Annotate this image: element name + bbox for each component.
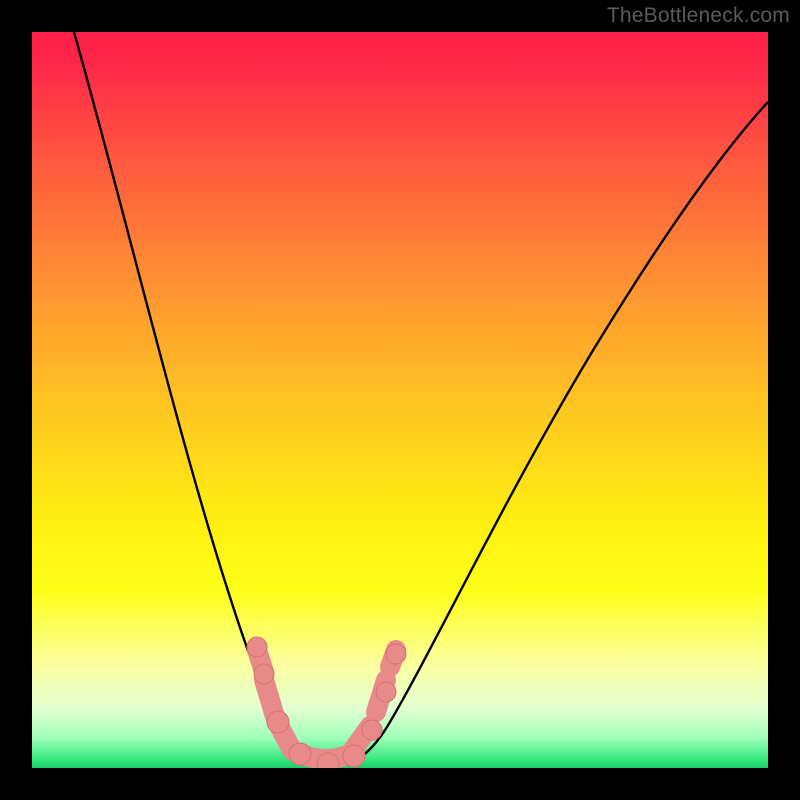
outer-frame: TheBottleneck.com — [0, 0, 800, 800]
plot-area — [32, 32, 768, 768]
curve-layer — [32, 32, 768, 768]
watermark-text: TheBottleneck.com — [607, 4, 790, 28]
bottleneck-curve — [74, 32, 768, 765]
